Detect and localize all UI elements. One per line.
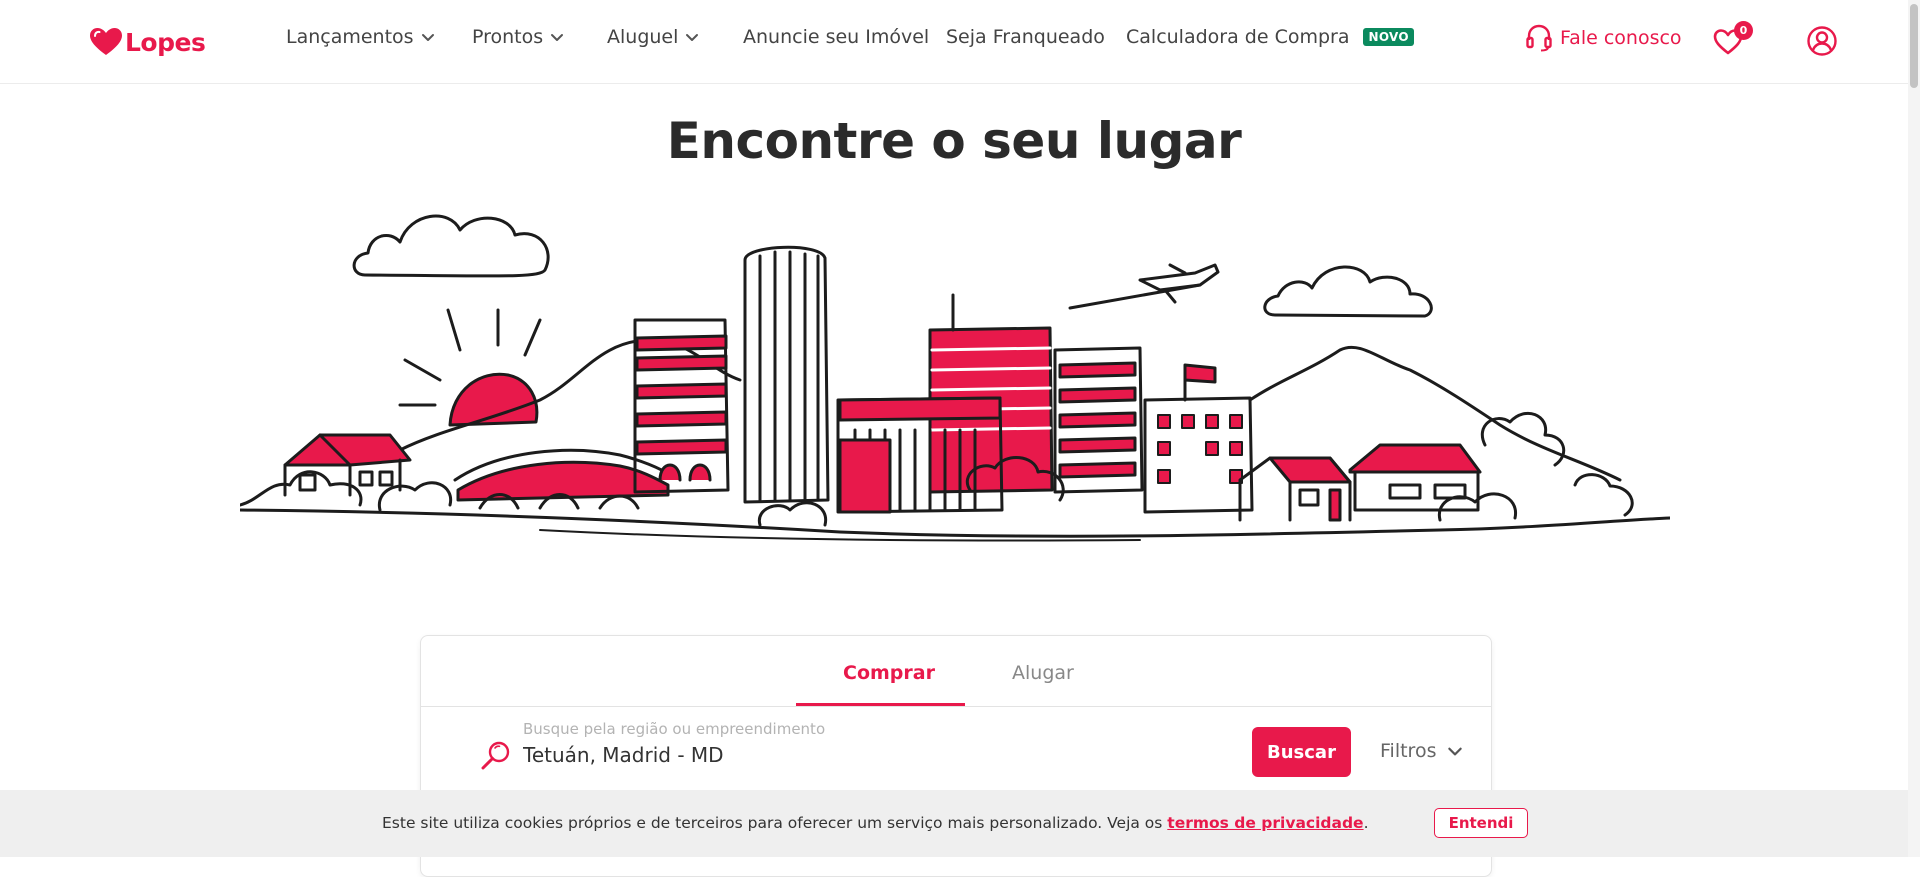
cookie-text: Este site utiliza cookies próprios e de …	[382, 814, 1168, 832]
privacy-terms-link[interactable]: termos de privacidade	[1167, 814, 1363, 832]
nav-franqueado[interactable]: Seja Franqueado	[946, 26, 1105, 48]
nav-label: Prontos	[472, 26, 544, 48]
contact-label: Fale conosco	[1560, 27, 1682, 49]
favorites-count-badge: 0	[1734, 21, 1753, 40]
search-tabs: Comprar Alugar	[421, 636, 1491, 707]
hero-title: Encontre o seu lugar	[666, 112, 1242, 170]
logo-text: Lopes	[125, 27, 206, 57]
tab-alugar[interactable]: Alugar	[1012, 662, 1074, 684]
nav-lancamentos[interactable]: Lançamentos	[286, 26, 436, 48]
chevron-down-icon	[421, 34, 434, 41]
active-tab-indicator	[796, 703, 965, 706]
nav-calculadora[interactable]: Calculadora de Compra NOVO	[1126, 26, 1414, 48]
nav-anuncie[interactable]: Anuncie seu Imóvel	[743, 26, 929, 48]
page-scrollbar[interactable]	[1908, 0, 1920, 857]
contact-link[interactable]: Fale conosco	[1526, 24, 1682, 52]
filters-label: Filtros	[1380, 740, 1437, 762]
new-badge: NOVO	[1363, 28, 1414, 46]
tab-comprar[interactable]: Comprar	[843, 662, 935, 684]
chevron-down-icon	[686, 34, 699, 41]
chevron-down-icon	[1448, 747, 1463, 756]
cookie-banner: Este site utiliza cookies próprios e de …	[0, 790, 1908, 857]
filters-toggle[interactable]: Filtros	[1380, 740, 1464, 762]
cookie-suffix: .	[1363, 814, 1369, 832]
search-input[interactable]	[521, 740, 1125, 770]
nav-label: Anuncie seu Imóvel	[743, 26, 930, 48]
city-illustration	[240, 214, 1670, 542]
lopes-logo[interactable]: Lopes	[89, 27, 206, 57]
search-button[interactable]: Buscar	[1252, 727, 1351, 777]
nav-aluguel[interactable]: Aluguel	[607, 26, 700, 48]
scrollbar-thumb[interactable]	[1910, 4, 1918, 88]
search-icon	[481, 741, 510, 770]
search-hint: Busque pela região ou empreendimento	[523, 720, 826, 738]
nav-label: Aluguel	[607, 26, 679, 48]
user-circle-icon[interactable]	[1806, 25, 1838, 57]
nav-label: Lançamentos	[286, 26, 414, 48]
nav-prontos[interactable]: Prontos	[472, 26, 565, 48]
site-header: Lopes Lançamentos Prontos Aluguel Anunci…	[0, 0, 1908, 84]
nav-label: Calculadora de Compra	[1126, 26, 1350, 48]
chevron-down-icon	[551, 34, 564, 41]
cookie-message: Este site utiliza cookies próprios e de …	[382, 814, 1369, 832]
heart-logo-icon	[90, 28, 122, 55]
nav-label: Seja Franqueado	[946, 26, 1105, 48]
headset-icon	[1526, 24, 1552, 52]
accept-cookies-button[interactable]: Entendi	[1434, 808, 1528, 838]
